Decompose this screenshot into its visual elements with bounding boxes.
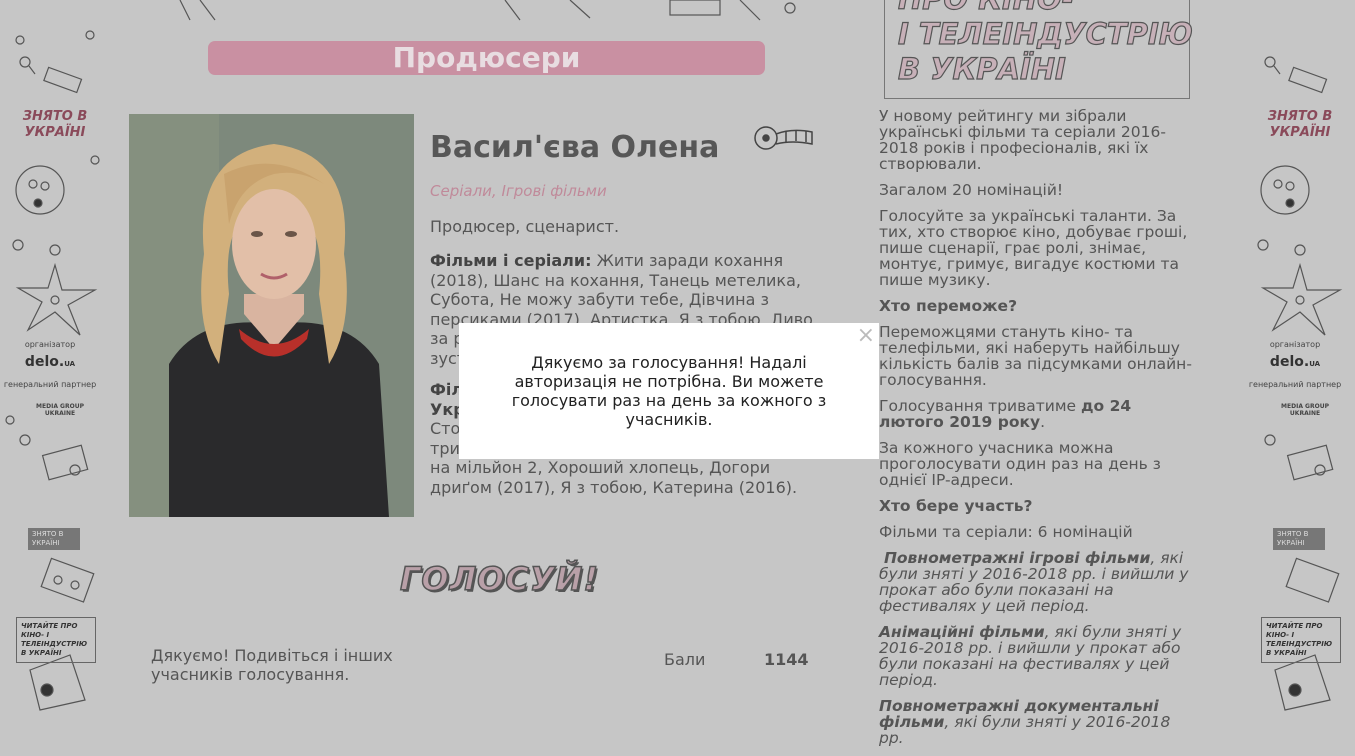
- vote-confirmation-modal: × Дякуємо за голосування! Надалі авториз…: [459, 323, 879, 459]
- modal-message: Дякуємо за голосування! Надалі авторизац…: [511, 353, 827, 429]
- close-icon[interactable]: ×: [857, 325, 875, 347]
